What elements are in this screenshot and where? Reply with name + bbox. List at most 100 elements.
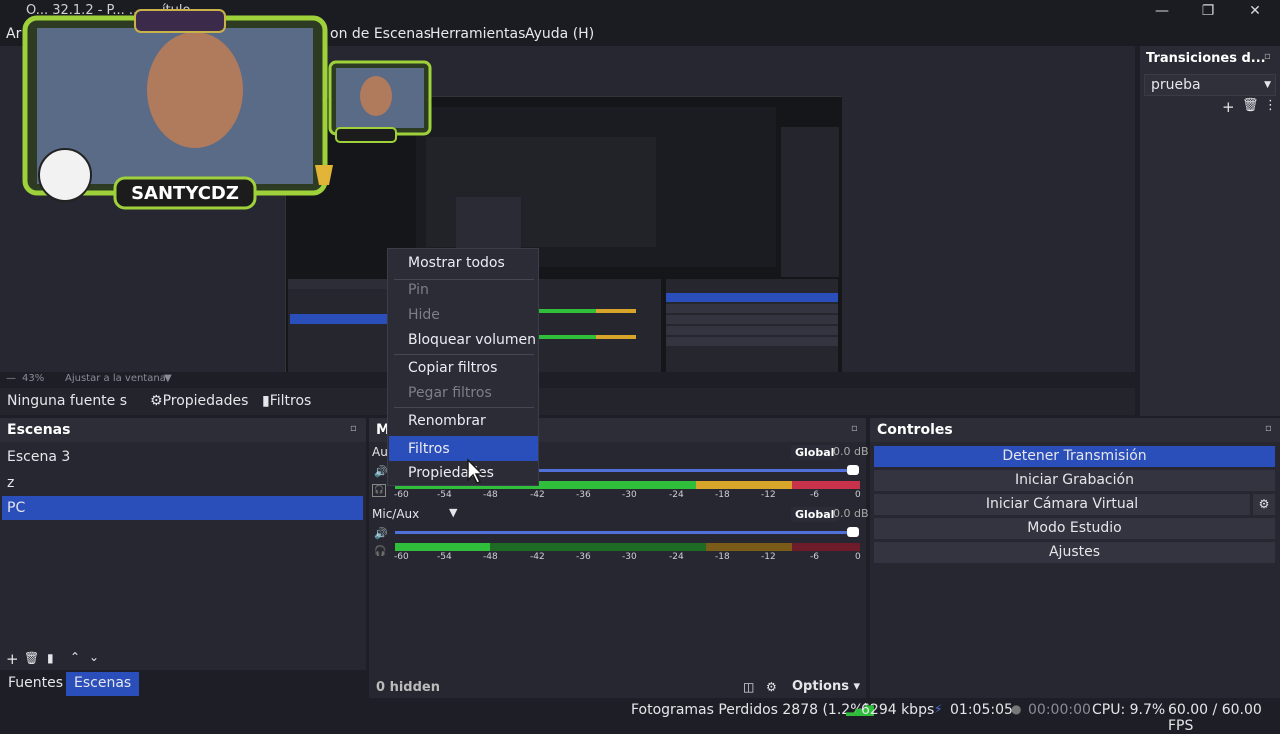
stream-icon: ⚡ [934, 702, 943, 716]
menu-item-hide: Hide [408, 307, 440, 323]
volume-slider[interactable] [395, 531, 858, 534]
stop-stream-button[interactable]: Detener Transmisión [874, 446, 1275, 467]
scene-label: z [7, 475, 15, 491]
options-button[interactable]: Options ▾ [792, 679, 860, 694]
fit-window-select[interactable]: Ajustar a la ventana [65, 373, 166, 384]
speaker-icon[interactable]: 🔊 [374, 527, 388, 540]
track-name: Mic/Aux [372, 507, 420, 521]
tick-label: -30 [622, 490, 637, 500]
tick-label: -60 [394, 552, 409, 562]
undock-icon[interactable]: ▫ [851, 423, 858, 434]
properties-label: Propiedades [162, 393, 249, 409]
filter-icon: ▮ [262, 393, 270, 409]
menu-item-copy-filters[interactable]: Copiar filtros [408, 360, 497, 376]
chevron-down-icon[interactable]: ▼ [164, 373, 172, 384]
controls-header: Controles ▫ [870, 418, 1280, 442]
tick-label: -60 [394, 490, 409, 500]
start-recording-button[interactable]: Iniciar Grabación [874, 470, 1275, 491]
scene-item[interactable]: z [2, 471, 363, 495]
menu-item-pin: Pin [408, 282, 429, 298]
move-down-icon[interactable]: ⌄ [89, 650, 99, 664]
no-source-label: Ninguna fuente s [7, 393, 128, 409]
webcam-overlay: SANTYCDZ [5, 0, 345, 222]
start-virtualcam-button[interactable]: Iniciar Cámara Virtual [874, 494, 1250, 515]
tick-label: -24 [669, 552, 684, 562]
settings-button[interactable]: Ajustes [874, 542, 1275, 563]
meter-green [395, 543, 490, 551]
scenes-dock: Escenas ▫ Escena 3 z PC [0, 418, 366, 670]
layout-icon[interactable]: ◫ [743, 680, 754, 694]
global-badge: Global [791, 507, 839, 522]
transitions-dock: Transiciones d... ▫ prueba ▼ + 🗑 ⋮ [1140, 46, 1280, 416]
tick-label: -42 [530, 552, 545, 562]
record-time: 00:00:00 [1028, 702, 1091, 718]
scene-label: Escena 3 [7, 449, 71, 465]
trash-icon[interactable]: 🗑 [1242, 98, 1259, 113]
scenes-header: Escenas ▫ [0, 418, 366, 442]
headphones-icon[interactable]: 🎧 [372, 484, 386, 497]
properties-button[interactable]: ⚙Propiedades [150, 393, 248, 409]
gear-icon[interactable]: ⚙ [1253, 494, 1275, 515]
preview-zoom-bar: — 43% Ajustar a la ventana ▼ [0, 372, 1135, 388]
zoom-level[interactable]: 43% [22, 373, 44, 384]
transition-select[interactable]: prueba ▼ [1144, 74, 1276, 96]
track-db: 0.0 dB [833, 507, 869, 520]
options-label: Options [792, 679, 849, 694]
meter-green-dim [490, 543, 706, 551]
undock-icon[interactable]: ▫ [1265, 423, 1272, 434]
tick-label: -12 [761, 490, 776, 500]
webcam-name-badge: SANTYCDZ [131, 183, 239, 204]
tab-sources[interactable]: Fuentes [0, 672, 71, 696]
tick-label: -18 [715, 552, 730, 562]
filter-icon[interactable]: ▮ [47, 651, 54, 665]
meter-yellow-dim [706, 543, 792, 551]
tick-label: -42 [530, 490, 545, 500]
scene-item-selected[interactable]: PC [2, 496, 363, 520]
add-icon[interactable]: + [1222, 98, 1235, 116]
webcam-overlay-nested [326, 56, 436, 148]
speaker-icon[interactable]: 🔊 [374, 465, 388, 478]
more-icon[interactable]: ⋮ [1264, 98, 1277, 113]
menu-item-lock-volume[interactable]: Bloquear volumen [408, 332, 536, 348]
tick-label: -30 [622, 552, 637, 562]
trash-icon[interactable]: 🗑 [24, 651, 39, 665]
meter-red-dim [792, 543, 860, 551]
tick-label: -6 [810, 490, 819, 500]
tab-scenes[interactable]: Escenas [66, 672, 140, 696]
minimize-button[interactable]: — [1147, 2, 1177, 20]
advanced-icon[interactable]: ⚙ [766, 680, 777, 694]
dropped-frames: Fotogramas Perdidos 2878 (1.2%) [631, 702, 869, 718]
menu-item-show-all[interactable]: Mostrar todos [408, 255, 505, 271]
menu-tools[interactable]: Herramientas [430, 26, 525, 42]
scene-item[interactable]: Escena 3 [2, 445, 363, 469]
add-scene-icon[interactable]: + [6, 650, 19, 668]
meter-red [792, 481, 860, 489]
status-bar: Fotogramas Perdidos 2878 (1.2%) ▂▄▆ 6294… [0, 698, 1280, 734]
menu-item-filters[interactable]: Filtros [408, 441, 450, 457]
volume-slider-handle[interactable] [847, 527, 859, 537]
maximize-button[interactable]: ❐ [1193, 2, 1223, 20]
chevron-down-icon[interactable]: ▼ [449, 506, 457, 519]
menu-item-rename[interactable]: Renombrar [408, 413, 486, 429]
filters-button[interactable]: ▮Filtros [262, 393, 311, 409]
move-up-icon[interactable]: ⌃ [70, 650, 80, 664]
headphones-icon[interactable]: 🎧 [374, 546, 386, 557]
tick-label: -48 [483, 552, 498, 562]
fps: 60.00 / 60.00 FPS [1168, 702, 1262, 734]
volume-slider-handle[interactable] [847, 465, 859, 475]
tick-label: -36 [576, 552, 591, 562]
hidden-count[interactable]: 0 hidden [376, 680, 440, 695]
menu-help[interactable]: Ayuda (H) [525, 26, 594, 42]
menu-separator [394, 354, 534, 355]
scenes-title: Escenas [7, 422, 71, 438]
studio-mode-button[interactable]: Modo Estudio [874, 518, 1275, 539]
tick-label: -54 [437, 490, 452, 500]
undock-icon[interactable]: ▫ [350, 423, 357, 434]
meter-yellow [696, 481, 792, 489]
transitions-header: Transiciones d... [1146, 51, 1266, 66]
close-button[interactable]: ✕ [1240, 2, 1270, 20]
mouse-cursor-icon [467, 458, 484, 484]
undock-icon[interactable]: ▫ [1264, 51, 1271, 62]
zoom-icon[interactable]: — [6, 373, 16, 384]
menu-scene-collection[interactable]: on de Escenas [330, 26, 431, 42]
